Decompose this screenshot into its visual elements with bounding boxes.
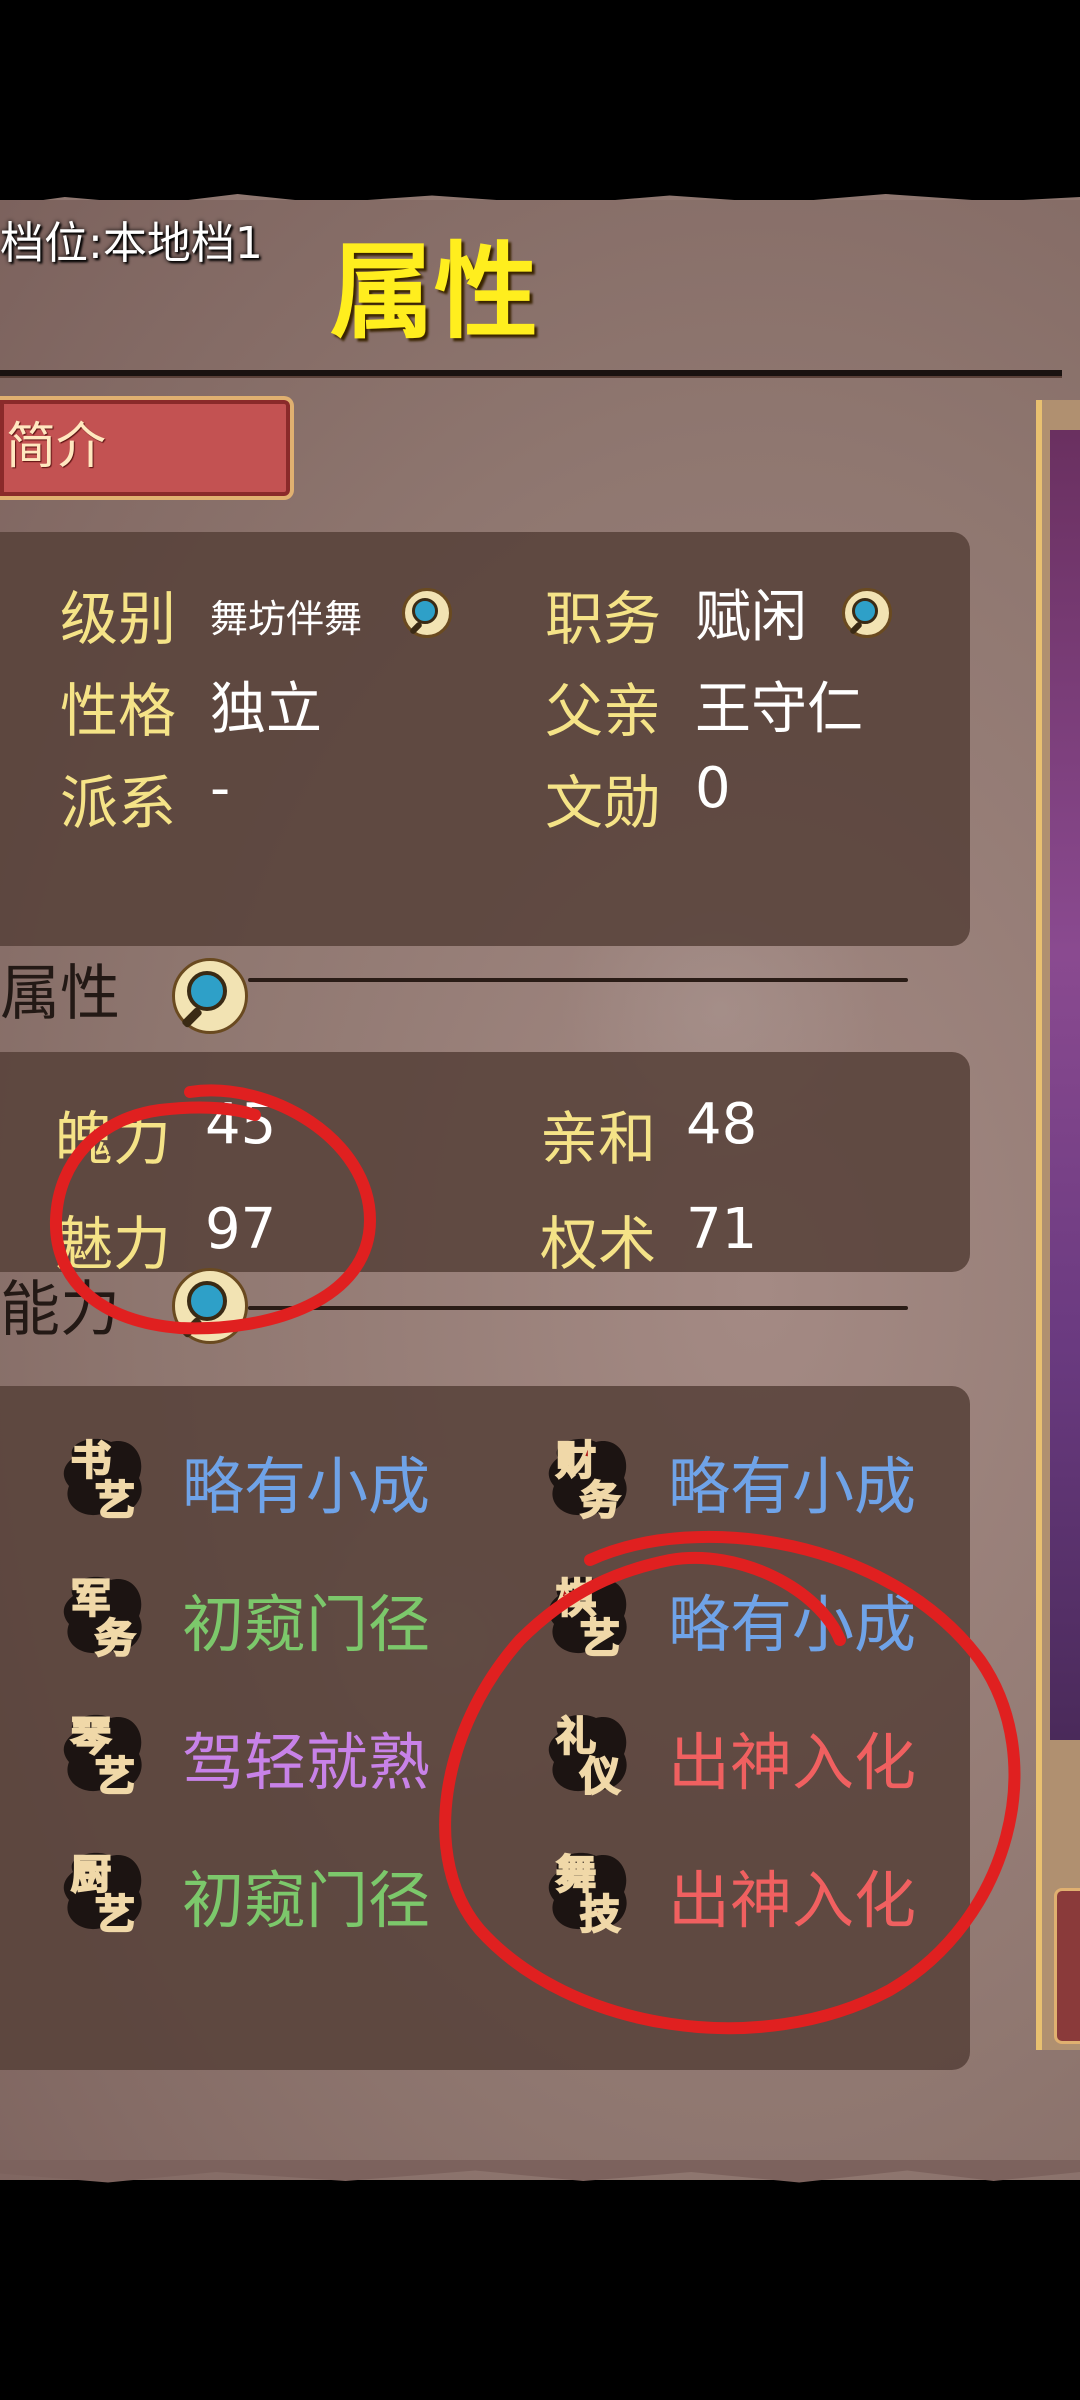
ability-value: 初窥门径 [182,1864,431,1937]
tab-intro[interactable]: 简介 [0,396,294,500]
rank-value: 舞坊伴舞 [210,597,363,641]
abilities-magnifier-icon[interactable] [172,1268,248,1344]
svg-text:务: 务 [95,1615,135,1662]
merit-label: 文勋 [545,769,662,837]
attribute-label: 权术 [540,1210,657,1278]
attributes-magnifier-icon[interactable] [172,958,248,1034]
attributes-section-title: 属性 [0,959,120,1029]
attribute-value: 71 [686,1197,758,1262]
personality-value: 独立 [210,677,322,742]
page-title: 属性 [330,230,539,353]
tab-intro-label: 简介 [6,417,106,475]
father-label: 父亲 [545,677,662,745]
attributes-section-line [248,978,908,982]
attribute-value: 45 [205,1092,277,1157]
ability-seal-icon: 书艺 [55,1428,151,1525]
portrait-side-button[interactable] [1054,1888,1080,2044]
personality-label: 性格 [60,677,177,745]
ability-value: 略有小成 [668,1450,917,1523]
ability-value: 略有小成 [182,1450,431,1523]
position-magnifier-icon[interactable] [842,588,892,638]
rank-magnifier-icon[interactable] [402,588,452,638]
attributes-panel: 魄力 45 亲和 48 魅力 97 权术 71 [0,1052,970,1278]
ability-value: 初窥门径 [182,1588,431,1661]
attribute-label: 亲和 [540,1105,657,1173]
position-value: 赋闲 [695,585,807,650]
profile-panel: 级别 舞坊伴舞 职务 赋闲 性格 独立 父亲 王守仁 派系 - 文勋 0 [0,532,970,946]
ability-seal-icon: 舞技 [540,1842,636,1939]
abilities-panel: 书艺略有小成财务略有小成军务初窥门径棋艺略有小成琴艺驾轻就熟礼仪出神入化厨艺初窥… [0,1386,970,2070]
ability-value: 略有小成 [668,1588,917,1661]
ability-seal-icon: 琴艺 [55,1704,151,1801]
svg-text:艺: 艺 [95,1477,135,1524]
title-divider [0,370,1062,378]
save-slot-label: 档位:本地档1 [0,218,263,269]
abilities-section-line [248,1306,908,1310]
attribute-label: 魄力 [55,1105,172,1173]
ability-value: 出神入化 [668,1864,917,1937]
position-label: 职务 [545,585,662,653]
ability-seal-icon: 棋艺 [540,1566,636,1663]
ability-seal-icon: 厨艺 [55,1842,151,1939]
svg-text:仪: 仪 [579,1753,620,1800]
attribute-value: 48 [686,1092,758,1157]
portrait-image [1050,430,1080,1740]
svg-text:艺: 艺 [95,1891,135,1938]
abilities-section-title: 能力 [0,1275,120,1345]
rank-label: 级别 [60,585,177,653]
svg-text:技: 技 [580,1891,620,1938]
ability-seal-icon: 军务 [55,1566,151,1663]
ability-seal-icon: 礼仪 [540,1704,636,1801]
attribute-value: 97 [205,1197,277,1262]
faction-value: - [210,756,231,821]
ability-value: 出神入化 [668,1726,917,1799]
ability-value: 驾轻就熟 [182,1726,431,1799]
merit-value: 0 [695,756,731,821]
faction-label: 派系 [60,769,177,837]
svg-text:务: 务 [580,1477,620,1524]
attribute-label: 魅力 [55,1210,172,1278]
svg-text:艺: 艺 [580,1615,620,1662]
ability-seal-icon: 财务 [540,1428,636,1525]
father-value: 王守仁 [695,677,863,742]
svg-text:艺: 艺 [95,1753,135,1800]
